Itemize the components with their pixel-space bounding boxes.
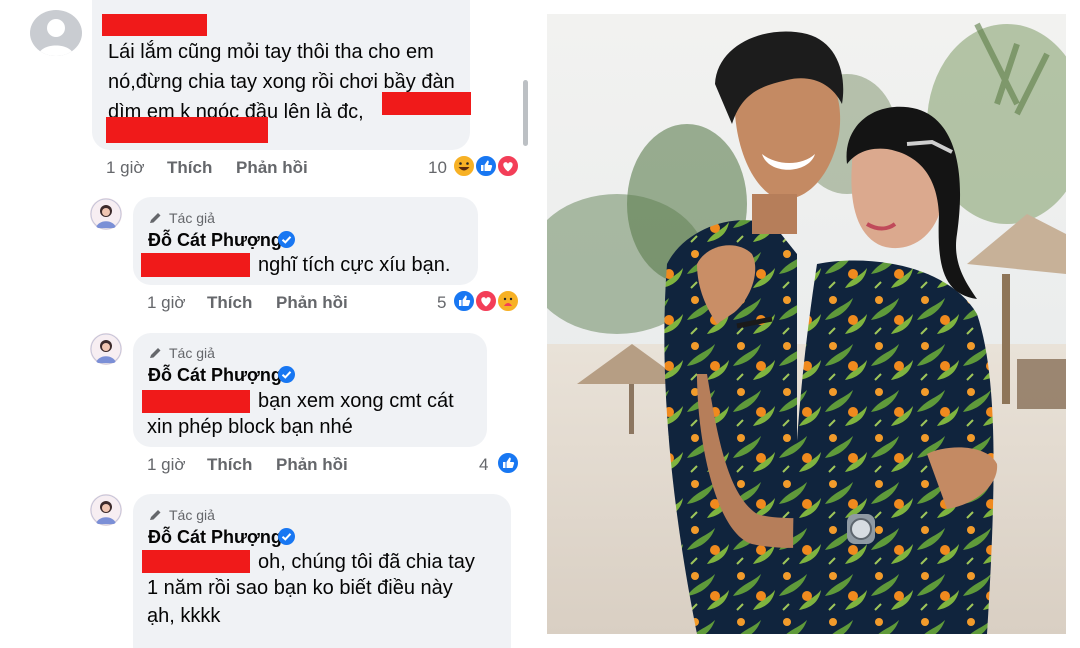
comment-text-line: xin phép block bạn nhé <box>147 416 353 438</box>
comment-text-line: nghĩ tích cực xíu bạn. <box>258 254 451 276</box>
like-icon <box>452 289 476 313</box>
like-icon <box>496 451 520 475</box>
author-name[interactable]: Đỗ Cát Phượng <box>148 365 282 386</box>
comment-text-line: Lái lắm cũng mỏi tay thôi tha cho em <box>108 41 434 63</box>
comment-time[interactable]: 1 giờ <box>147 293 186 313</box>
like-button[interactable]: Thích <box>167 158 212 178</box>
love-icon <box>496 154 520 178</box>
comment-text-line: ạh, kkkk <box>147 605 221 627</box>
comment-time[interactable]: 1 giờ <box>147 455 186 475</box>
pencil-icon <box>150 510 161 520</box>
author-badge: Tác giả <box>169 345 215 361</box>
redacted-text <box>382 92 471 115</box>
author-badge: Tác giả <box>169 507 215 523</box>
reply-button[interactable]: Phản hồi <box>276 293 348 313</box>
author-avatar-icon <box>90 198 122 230</box>
verified-badge-icon <box>278 528 295 545</box>
comment-time[interactable]: 1 giờ <box>106 158 145 178</box>
avatar[interactable] <box>30 10 82 56</box>
author-avatar-icon <box>90 494 122 526</box>
like-button[interactable]: Thích <box>207 293 252 313</box>
verified-badge-icon <box>278 366 295 383</box>
reaction-count[interactable]: 5 <box>437 293 446 313</box>
redacted-text <box>106 117 268 143</box>
couple-photo <box>547 14 1066 634</box>
reply-button[interactable]: Phản hồi <box>276 455 348 475</box>
redacted-text <box>141 253 250 277</box>
reply-button[interactable]: Phản hồi <box>236 158 308 178</box>
pencil-icon <box>150 213 161 223</box>
care-icon <box>496 289 520 313</box>
couple-beach-photo-image <box>547 14 1066 634</box>
like-icon <box>474 154 498 178</box>
redacted-name <box>102 14 207 36</box>
verified-badge-icon <box>278 231 295 248</box>
haha-icon <box>452 154 476 178</box>
author-avatar-icon <box>90 333 122 365</box>
redacted-text <box>142 550 250 573</box>
comment-thread: Lái lắm cũng mỏi tay thôi tha cho em nó,… <box>0 0 540 648</box>
default-avatar-icon <box>38 19 74 56</box>
scrollbar[interactable] <box>523 80 528 146</box>
pencil-icon <box>150 348 161 358</box>
like-button[interactable]: Thích <box>207 455 252 475</box>
author-avatar[interactable] <box>90 333 122 365</box>
author-name[interactable]: Đỗ Cát Phượng <box>148 230 282 251</box>
redacted-text <box>142 390 250 413</box>
comment-text-line: 1 năm rồi sao bạn ko biết điều này <box>147 577 453 599</box>
love-icon <box>474 289 498 313</box>
reaction-count[interactable]: 10 <box>428 158 447 178</box>
author-avatar[interactable] <box>90 198 122 230</box>
author-badge: Tác giả <box>169 210 215 226</box>
author-name[interactable]: Đỗ Cát Phượng <box>148 527 282 548</box>
reaction-count[interactable]: 4 <box>479 455 488 475</box>
author-avatar[interactable] <box>90 494 122 526</box>
